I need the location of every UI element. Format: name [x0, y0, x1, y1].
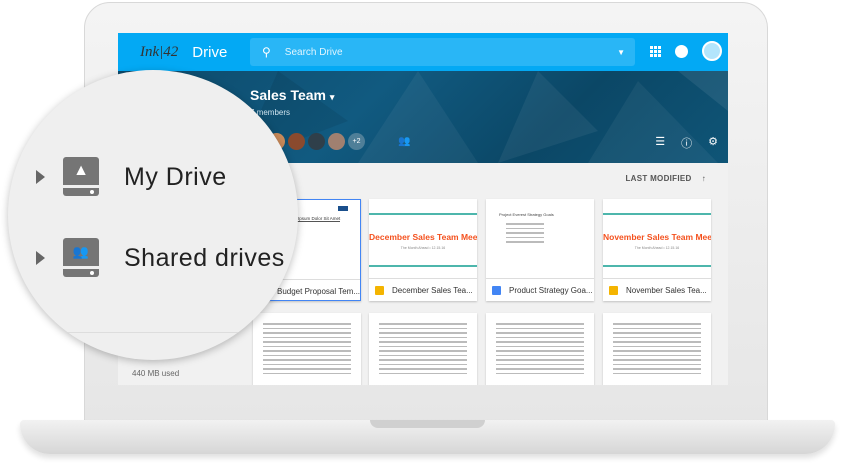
thumb-title: November Sales Team Meeting [603, 232, 711, 242]
file-card[interactable]: December Sales Team Meeting The Month Ahe… [369, 199, 477, 301]
shared-drives-icon: 👥 [63, 238, 99, 278]
settings-gear-icon[interactable]: ⚙ [708, 135, 718, 151]
magnifier-lens: ▲ My Drive 👥 Shared drives [8, 70, 298, 360]
storage-used: 440 MB used [132, 369, 180, 378]
notifications-icon[interactable] [675, 44, 688, 58]
caret-down-icon: ▾ [329, 92, 335, 102]
thumb-subtitle: The Month Ahead • 12.15.16 [400, 246, 446, 250]
docs-icon [492, 285, 501, 295]
team-name-dropdown[interactable]: Sales Team ▾ [250, 87, 334, 103]
slides-icon [609, 285, 618, 295]
search-input[interactable]: ⚲ Search Drive ▼ [250, 38, 635, 66]
file-name: December Sales Tea... [392, 285, 473, 295]
my-drive-icon: ▲ [63, 157, 99, 197]
sort-label: LAST MODIFIED [625, 174, 692, 183]
thumb-title: Project Everest Strategy Goals [499, 212, 554, 217]
file-card[interactable]: Project Everest Strategy Goals Product S… [486, 199, 594, 301]
thumb-title: December Sales Team Meeting [369, 232, 477, 242]
team-name: Sales Team [250, 87, 327, 103]
file-card[interactable] [603, 313, 711, 385]
file-name: Budget Proposal Tem... [277, 286, 360, 296]
search-icon: ⚲ [262, 45, 271, 59]
file-card[interactable]: November Sales Team Meeting The Month Ahe… [603, 199, 711, 301]
file-thumbnail: December Sales Team Meeting The Month Ahe… [369, 199, 477, 279]
file-name: Product Strategy Goa... [509, 285, 593, 295]
expand-arrow-icon[interactable] [36, 170, 45, 184]
file-thumbnail: Project Everest Strategy Goals [486, 199, 594, 279]
account-avatar[interactable] [702, 41, 722, 61]
member-avatars[interactable]: +2 [268, 133, 365, 150]
sidebar-item-shared-drives[interactable]: 👥 Shared drives [36, 238, 285, 278]
info-icon[interactable]: ⓘ [681, 135, 692, 151]
top-bar: Ink|42 Drive ⚲ Search Drive ▼ [118, 33, 728, 71]
file-card[interactable] [486, 313, 594, 385]
sort-arrow-icon[interactable]: ↑ [702, 174, 706, 183]
file-thumbnail: November Sales Team Meeting The Month Ahe… [603, 199, 711, 279]
member-avatar[interactable] [328, 133, 345, 150]
add-people-icon[interactable]: 👥 [398, 136, 410, 147]
sidebar-item-label: My Drive [124, 162, 227, 191]
file-card[interactable] [369, 313, 477, 385]
sidebar-item-my-drive[interactable]: ▲ My Drive [36, 157, 227, 197]
search-options-icon[interactable]: ▼ [617, 48, 625, 57]
sort-last-modified[interactable]: LAST MODIFIED ↑ [625, 174, 706, 183]
search-placeholder: Search Drive [284, 46, 343, 58]
file-name: November Sales Tea... [626, 285, 707, 295]
laptop-notch [370, 420, 485, 428]
thumb-subtitle: The Month Ahead • 12.15.16 [634, 246, 680, 250]
list-view-icon[interactable]: ☰ [655, 135, 665, 151]
apps-grid-icon[interactable] [650, 45, 661, 57]
logo: Ink|42 [140, 43, 179, 60]
slides-icon [375, 285, 384, 295]
member-avatar[interactable] [308, 133, 325, 150]
member-avatar[interactable] [288, 133, 305, 150]
app-name: Drive [192, 43, 228, 61]
sidebar-item-label: Shared drives [124, 243, 285, 272]
file-card[interactable] [253, 313, 361, 385]
more-members-badge[interactable]: +2 [348, 133, 365, 150]
expand-arrow-icon[interactable] [36, 251, 45, 265]
divider [63, 332, 298, 333]
